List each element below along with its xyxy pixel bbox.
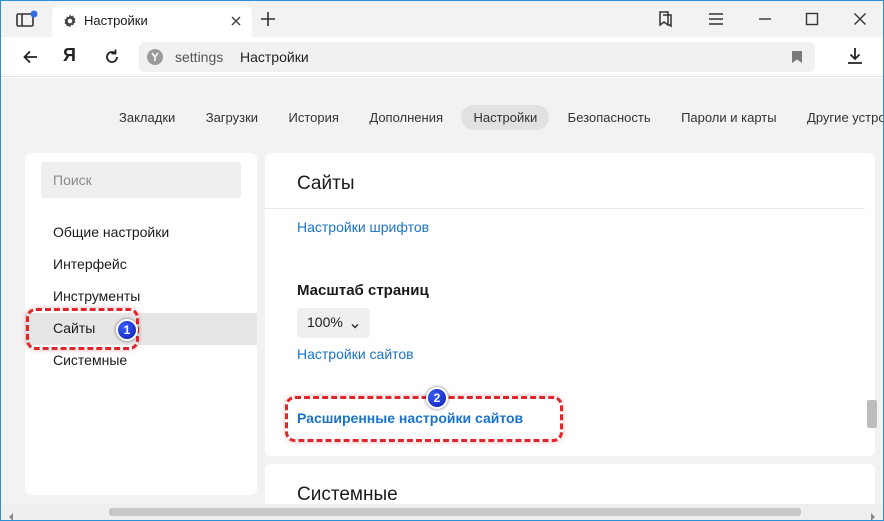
download-icon[interactable] bbox=[844, 45, 866, 67]
browser-window: Настройки Я settings Настройки Закладки … bbox=[0, 0, 884, 521]
minimize-icon[interactable] bbox=[756, 10, 774, 28]
tab-settings[interactable]: Настройки bbox=[52, 5, 252, 37]
tab-history[interactable]: История bbox=[277, 105, 351, 130]
new-tab-plus-icon[interactable] bbox=[259, 10, 277, 28]
annotation-badge-2: 2 bbox=[426, 387, 448, 409]
tab-security[interactable]: Безопасность bbox=[556, 105, 663, 130]
site-settings-link[interactable]: Настройки сайтов bbox=[297, 346, 414, 362]
divider bbox=[265, 208, 865, 209]
tab-title: Настройки bbox=[84, 13, 148, 28]
system-settings-card: Системные bbox=[265, 464, 875, 504]
scroll-left-arrow-icon[interactable] bbox=[7, 508, 15, 520]
omnibox-url: settings bbox=[175, 49, 224, 65]
yandex-home-button[interactable]: Я bbox=[63, 45, 83, 65]
tab-bar: Настройки bbox=[1, 1, 883, 37]
horizontal-scrollbar[interactable] bbox=[1, 504, 883, 520]
site-info-icon[interactable] bbox=[147, 49, 163, 65]
close-icon[interactable] bbox=[228, 13, 244, 29]
tab-extensions[interactable]: Дополнения bbox=[357, 105, 455, 130]
horizontal-scrollbar-thumb[interactable] bbox=[109, 508, 801, 516]
omnibox[interactable]: settings Настройки bbox=[139, 42, 815, 72]
tab-bookmarks[interactable]: Закладки bbox=[107, 105, 187, 130]
vertical-scrollbar-thumb[interactable] bbox=[867, 400, 877, 428]
section-heading-system: Системные bbox=[297, 484, 398, 504]
tab-downloads[interactable]: Загрузки bbox=[194, 105, 270, 130]
omnibox-page-title: Настройки bbox=[240, 49, 309, 65]
tab-settings-active[interactable]: Настройки bbox=[461, 105, 550, 130]
page-zoom-label: Масштаб страниц bbox=[297, 282, 429, 299]
sidebar-item-general[interactable]: Общие настройки bbox=[25, 217, 257, 249]
annotation-badge-1: 1 bbox=[116, 319, 138, 341]
page-zoom-select[interactable]: 100% bbox=[297, 308, 370, 338]
search-input[interactable]: Поиск bbox=[41, 162, 241, 198]
settings-top-tabs: Закладки Загрузки История Дополнения Нас… bbox=[107, 105, 883, 131]
scroll-right-arrow-icon[interactable] bbox=[869, 508, 877, 520]
page-zoom-value: 100% bbox=[307, 314, 343, 330]
annotation-highlight-advanced bbox=[285, 396, 563, 442]
section-heading-sites: Сайты bbox=[297, 173, 355, 194]
tab-other-devices[interactable]: Другие устрой bbox=[795, 105, 883, 130]
sidebar-item-interface[interactable]: Интерфейс bbox=[25, 249, 257, 281]
font-settings-link[interactable]: Настройки шрифтов bbox=[297, 219, 429, 235]
back-arrow-icon[interactable] bbox=[21, 47, 41, 67]
chevron-down-icon bbox=[350, 318, 360, 329]
reload-icon[interactable] bbox=[102, 47, 122, 67]
bookmarks-panel-icon[interactable] bbox=[656, 10, 674, 28]
maximize-icon[interactable] bbox=[803, 10, 821, 28]
address-bar-row: Я settings Настройки bbox=[1, 37, 883, 77]
window-close-icon[interactable] bbox=[851, 10, 869, 28]
sidebar-toggle-icon[interactable] bbox=[13, 9, 41, 31]
bookmark-icon[interactable] bbox=[791, 50, 803, 64]
gear-icon bbox=[62, 13, 78, 29]
menu-hamburger-icon[interactable] bbox=[707, 10, 725, 28]
tab-passwords-cards[interactable]: Пароли и карты bbox=[669, 105, 789, 130]
